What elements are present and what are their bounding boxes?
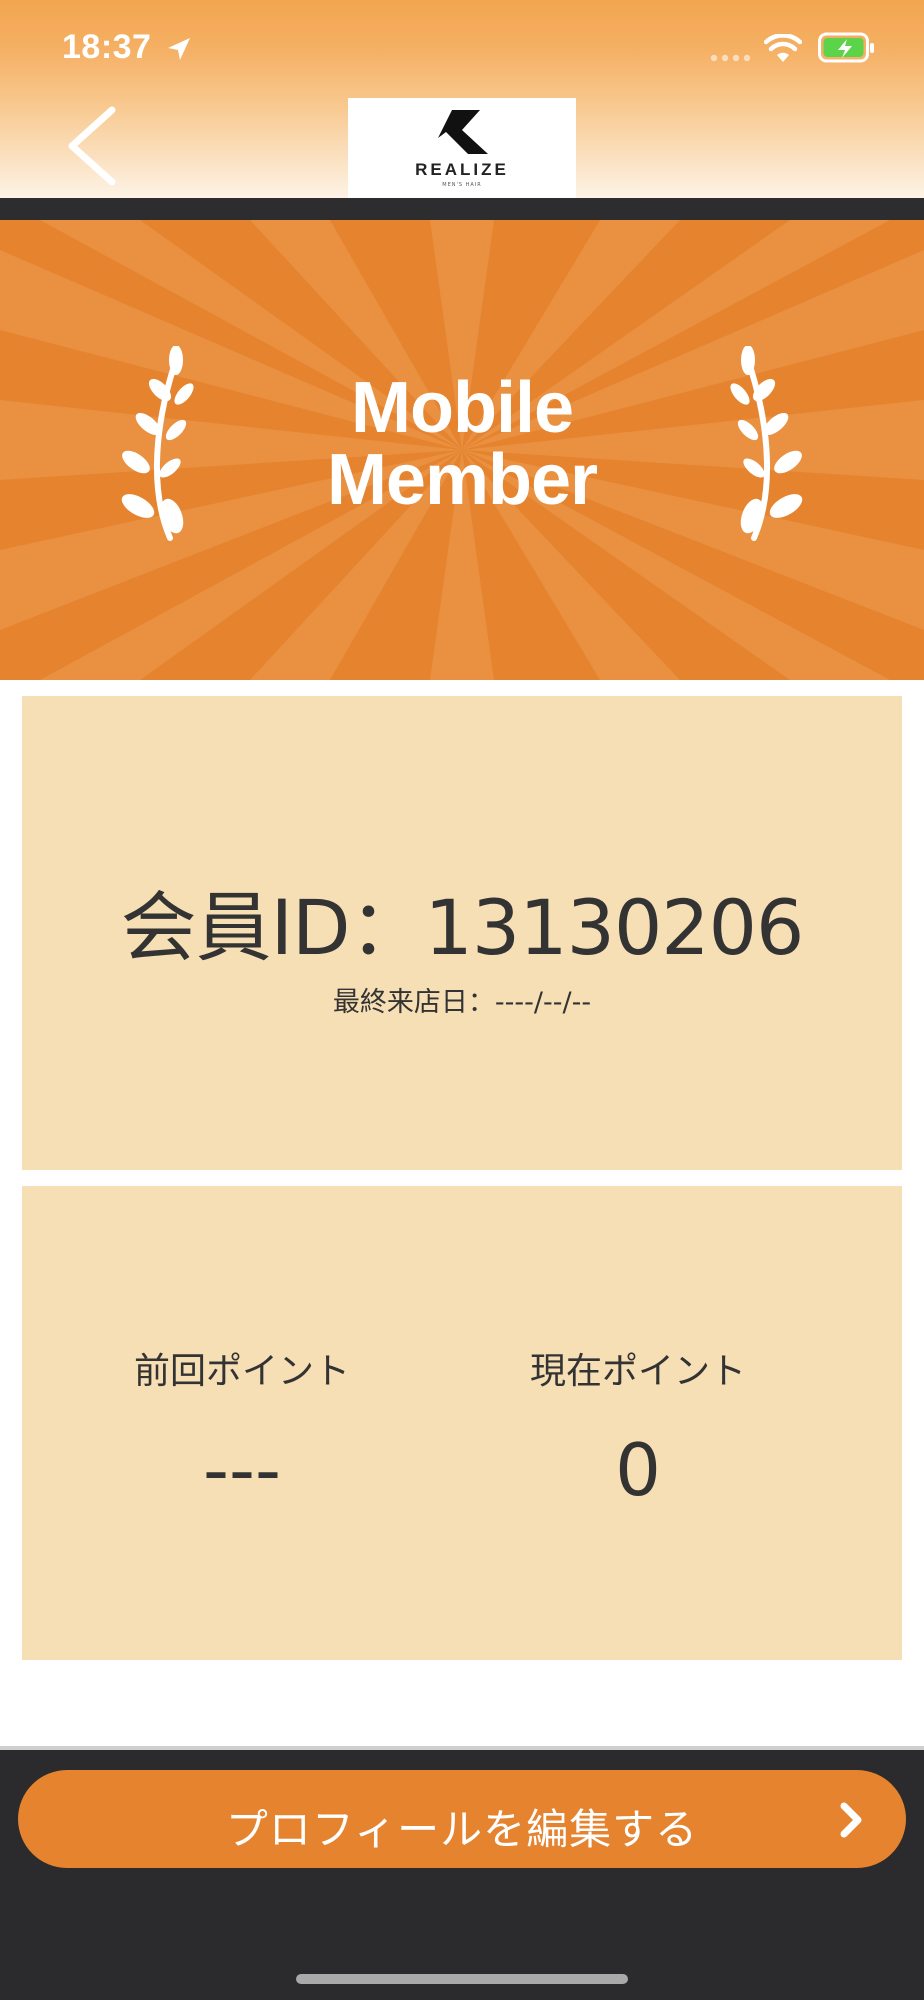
edit-profile-label: プロフィールを編集する — [225, 1805, 699, 1854]
member-id: 会員ID：13130206 — [120, 883, 805, 972]
current-points-label: 現在ポイント — [529, 1351, 746, 1392]
status-time: 18:37 — [62, 28, 152, 66]
logo-text: REALIZE — [415, 160, 509, 179]
mobile-member-banner: Mobile Member — [0, 220, 924, 680]
last-visit-date: 最終来店日：----/--/-- — [332, 987, 592, 1018]
location-arrow-icon — [168, 38, 190, 60]
current-points-value: 0 — [615, 1428, 661, 1512]
back-button[interactable] — [60, 104, 124, 188]
battery-charging-icon — [818, 32, 874, 63]
laurel-left-icon — [121, 346, 194, 541]
home-indicator[interactable] — [296, 1974, 628, 1984]
laurel-right-icon — [730, 346, 803, 541]
points-card: 前回ポイント --- 現在ポイント 0 — [22, 1186, 902, 1660]
banner-title: Mobile Member — [262, 372, 662, 516]
realize-logo: REALIZE MEN'S HAIR — [348, 98, 576, 198]
banner-title-line2: Member — [326, 440, 598, 520]
cellular-signal-icon — [710, 54, 751, 62]
chevron-left-icon — [68, 106, 116, 186]
banner-title-line1: Mobile — [351, 368, 574, 448]
current-points: 現在ポイント 0 — [418, 1338, 858, 1512]
logo-subtext: MEN'S HAIR — [442, 182, 482, 188]
footer-bar: プロフィールを編集する — [0, 1750, 924, 2000]
previous-points: 前回ポイント --- — [22, 1338, 462, 1512]
previous-points-value: --- — [203, 1428, 281, 1512]
app-header: 18:37 REALIZE MEN'S HAIR — [0, 0, 924, 198]
edit-profile-button[interactable]: プロフィールを編集する — [18, 1770, 906, 1868]
realize-logo-mark-icon — [438, 110, 488, 154]
header-divider — [0, 198, 924, 220]
member-id-card: 会員ID：13130206 最終来店日：----/--/-- — [22, 696, 902, 1170]
wifi-icon — [764, 34, 802, 62]
previous-points-label: 前回ポイント — [133, 1351, 350, 1392]
chevron-right-icon — [840, 1802, 862, 1838]
